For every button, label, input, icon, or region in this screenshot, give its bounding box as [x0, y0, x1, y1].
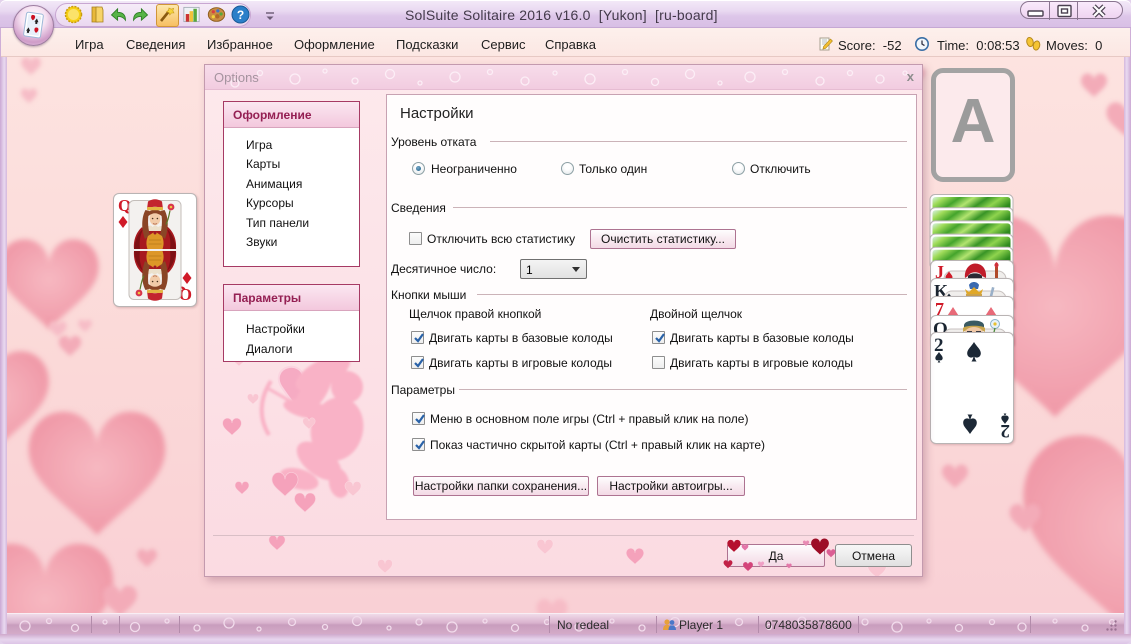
- svg-text:?: ?: [237, 8, 244, 22]
